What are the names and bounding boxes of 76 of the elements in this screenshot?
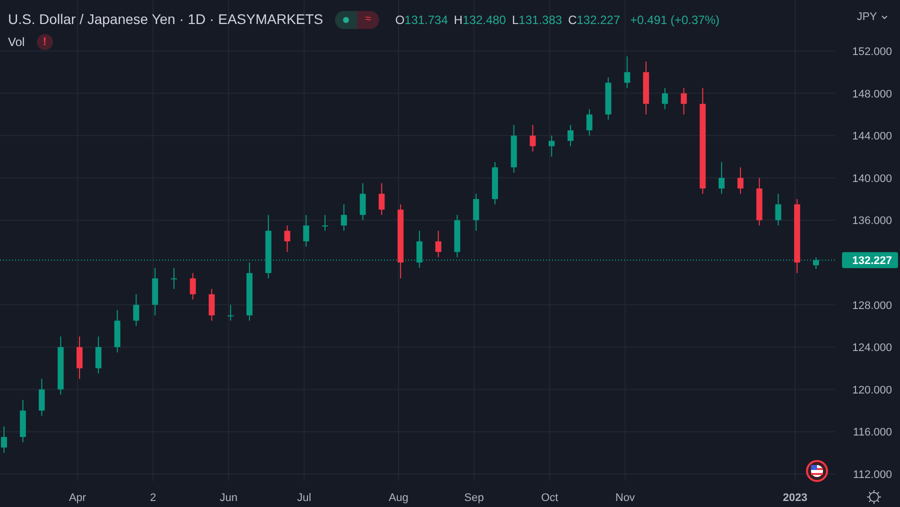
ohlc-value: C132.227 <box>568 12 620 28</box>
ohlc-value: L131.383 <box>512 12 562 28</box>
candlestick <box>170 267 177 290</box>
settings-icon[interactable] <box>866 490 882 504</box>
candlestick <box>473 193 480 232</box>
candlestick <box>114 310 120 353</box>
candlestick <box>605 76 612 120</box>
candlestick <box>756 177 762 226</box>
candlestick <box>38 378 45 416</box>
y-axis-label: 128.000 <box>852 300 892 312</box>
flag-icon[interactable] <box>806 460 828 482</box>
candlestick <box>246 262 252 322</box>
price-change: +0.491 (+0.37%) <box>630 12 720 28</box>
x-axis-label: Oct <box>541 492 558 504</box>
candlestick <box>643 61 650 115</box>
candlestick <box>228 304 234 322</box>
candlestick <box>322 214 328 232</box>
candlestick <box>548 135 555 158</box>
candlestick <box>813 256 819 270</box>
candlestick <box>378 182 385 216</box>
x-axis-label: Apr <box>68 492 86 504</box>
candlestick <box>152 267 158 316</box>
status-badge[interactable]: ≈ <box>335 10 380 28</box>
chevron-icon <box>881 14 888 20</box>
candlestick <box>208 288 215 322</box>
price-label: 132.227 <box>842 252 898 268</box>
candlestick <box>435 230 442 258</box>
candlestick <box>510 124 517 174</box>
candlestick <box>1 426 7 454</box>
y-axis-label: 144.000 <box>852 130 892 143</box>
candlestick <box>340 204 347 232</box>
y-axis-label: 152.000 <box>852 46 892 58</box>
candlestick <box>416 230 422 268</box>
chart-title: U.S. Dollar / Japanese Yen · 1D · EASYMARKETS <box>8 10 324 29</box>
y-axis-label: 136.000 <box>852 215 892 228</box>
candlestick <box>775 193 782 226</box>
candlestick <box>586 108 592 136</box>
candlestick <box>492 162 498 205</box>
candlestick <box>454 214 460 258</box>
candlestick <box>95 336 102 374</box>
candlestick <box>568 124 574 147</box>
y-axis-label: 148.000 <box>852 88 892 100</box>
ohlc-value: O131.734 <box>395 12 448 28</box>
x-axis-label: 2023 <box>782 492 808 504</box>
ref-line-label: 132.227 <box>852 255 892 268</box>
x-axis-label: Jun <box>220 492 238 504</box>
alert-badge[interactable]: ! <box>36 34 53 50</box>
candlestick <box>718 162 725 194</box>
candlestick <box>680 88 687 115</box>
candlestick <box>662 88 668 110</box>
candlestick <box>190 272 196 300</box>
candlestick <box>737 166 744 194</box>
y-axis-label: 116.000 <box>853 426 892 439</box>
candlestick <box>20 399 26 443</box>
candlestick <box>303 214 310 248</box>
x-axis-label: 2 <box>150 492 156 504</box>
x-axis-label: Sep <box>464 492 484 504</box>
ohlc-value: H132.480 <box>454 12 506 28</box>
status-symbol: ≈ <box>357 10 380 28</box>
currency-dropdown[interactable]: JPY <box>856 9 888 26</box>
indicator-label: Vol <box>8 34 25 51</box>
candlestick <box>58 336 64 396</box>
candlestick <box>360 182 366 221</box>
candlestick <box>76 336 83 380</box>
y-axis-label: 112.000 <box>853 469 892 481</box>
y-axis-label: 140.000 <box>852 172 892 185</box>
candlestick <box>530 124 536 152</box>
candlestick <box>265 214 272 279</box>
y-axis-label: 124.000 <box>852 342 892 354</box>
x-axis-label: Jul <box>297 492 312 504</box>
x-axis-label: Nov <box>615 492 635 504</box>
candlestick <box>284 225 290 252</box>
candlestick <box>624 56 630 88</box>
candlestick <box>133 294 140 326</box>
y-axis-label: 120.000 <box>852 384 892 396</box>
x-axis-label: Aug <box>388 492 408 504</box>
